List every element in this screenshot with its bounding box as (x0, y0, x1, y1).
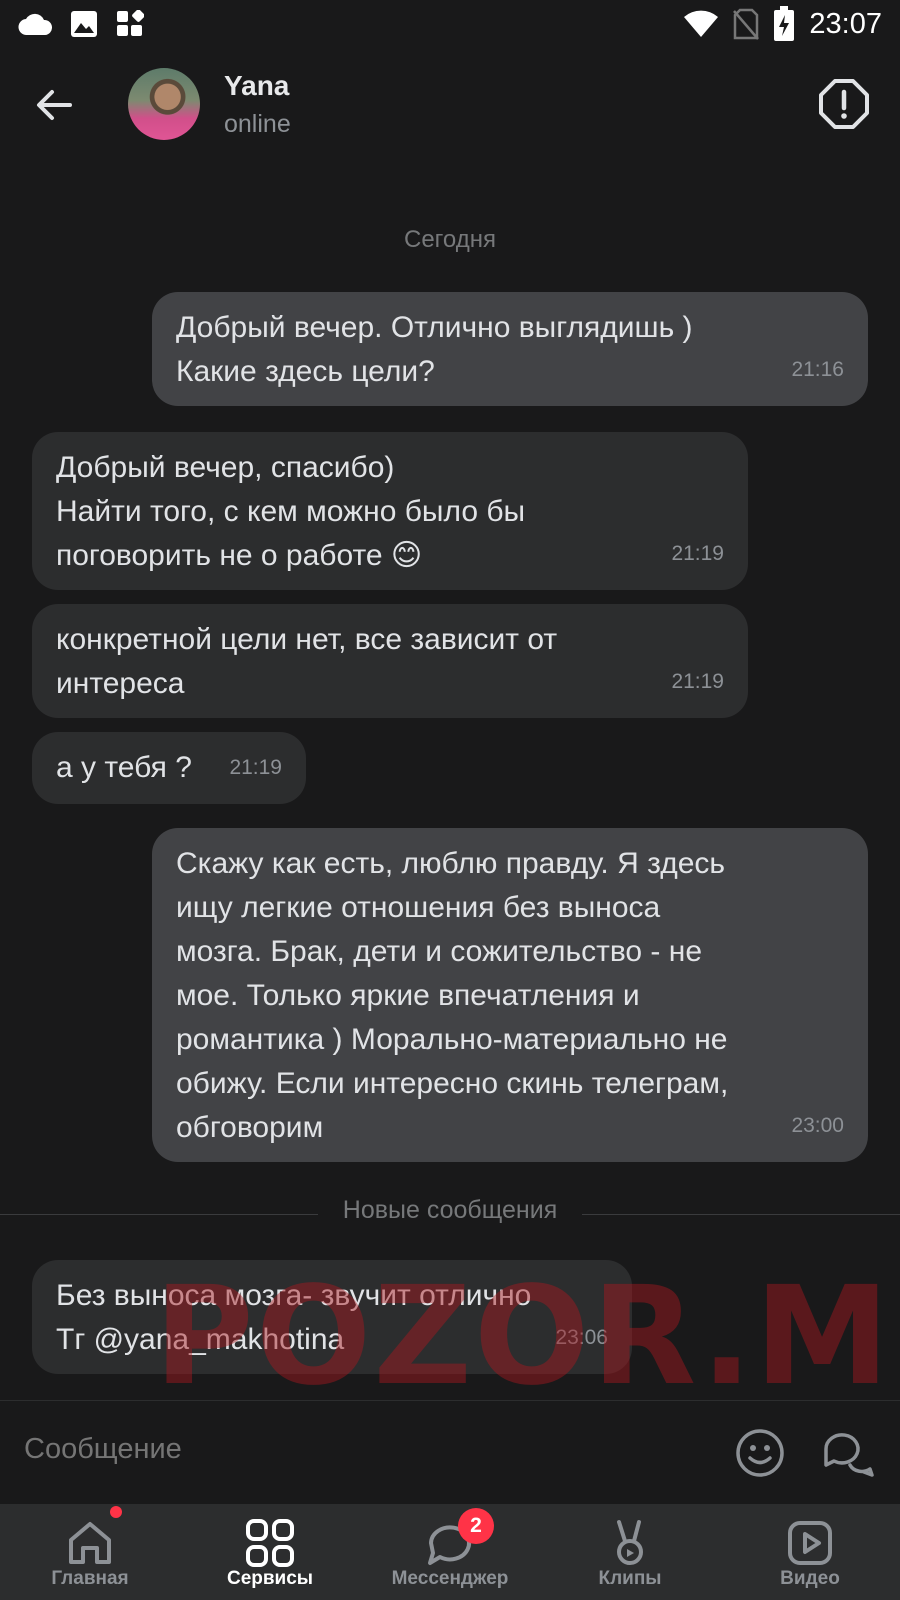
messenger-unread-badge: 2 (458, 1508, 494, 1544)
tab-services[interactable]: Сервисы (180, 1504, 360, 1600)
tab-video[interactable]: Видео (720, 1504, 900, 1600)
chat-bubbles-icon[interactable] (820, 1425, 876, 1481)
status-bar: 23:07 (0, 0, 900, 50)
message-composer (0, 1400, 900, 1504)
tab-label: Сервисы (226, 1568, 314, 1589)
tab-label: Мессенджер (391, 1568, 509, 1589)
tab-clips[interactable]: Клипы (540, 1504, 720, 1600)
date-separator: Сегодня (404, 226, 496, 253)
message-bubble-outgoing[interactable]: Добрый вечер. Отлично выглядишь ) Какие … (152, 292, 868, 406)
message-input[interactable] (24, 1433, 624, 1466)
tab-home[interactable]: Главная (0, 1504, 180, 1600)
message-time: 21:19 (671, 670, 724, 693)
cloud-icon (18, 13, 52, 36)
message-bubble-incoming[interactable]: Добрый вечер, спасибо) Найти того, с кем… (32, 432, 748, 590)
bottom-navigation: Главная Сервисы Мессенджер Клипы Видео (0, 1504, 900, 1600)
message-time: 21:16 (791, 358, 844, 381)
arrow-left-icon[interactable] (30, 80, 80, 130)
image-icon (71, 11, 97, 37)
message-time: 21:19 (229, 756, 282, 779)
tab-label: Видео (780, 1568, 840, 1589)
tab-messenger[interactable]: Мессенджер (360, 1504, 540, 1600)
watermark: POZOR.ME (154, 1258, 900, 1416)
smile-icon[interactable] (734, 1427, 786, 1479)
message-text: Скажу как есть, люблю правду. Я здесь ищ… (176, 847, 729, 1144)
message-time: 23:00 (791, 1114, 844, 1137)
message-text: Добрый вечер, спасибо) Найти того, с кем… (56, 451, 526, 572)
message-text: конкретной цели нет, все зависит от инте… (56, 623, 558, 700)
contact-name[interactable]: Yana (224, 70, 289, 102)
battery-charging-icon (774, 6, 795, 41)
message-bubble-incoming[interactable]: а у тебя ? 21:19 (32, 732, 306, 804)
no-sim-icon (733, 8, 760, 40)
home-icon (69, 1522, 111, 1564)
contact-status: online (224, 110, 291, 138)
clock: 23:07 (809, 7, 882, 40)
chat-header: Yana online (0, 62, 900, 146)
wifi-icon (684, 10, 719, 37)
widgets-icon (117, 10, 144, 36)
clips-icon (617, 1520, 643, 1565)
message-time: 21:19 (671, 542, 724, 565)
new-messages-label: Новые сообщения (324, 1196, 576, 1224)
avatar[interactable] (128, 68, 200, 140)
message-bubble-outgoing[interactable]: Скажу как есть, люблю правду. Я здесь ищ… (152, 828, 868, 1162)
services-icon (246, 1519, 294, 1567)
alert-octagon-icon[interactable] (818, 78, 870, 130)
message-bubble-incoming[interactable]: конкретной цели нет, все зависит от инте… (32, 604, 748, 718)
video-icon (788, 1521, 832, 1565)
home-notification-dot (110, 1506, 122, 1518)
tab-label: Главная (51, 1568, 129, 1589)
tab-label: Клипы (598, 1568, 662, 1589)
new-messages-separator: Новые сообщения (0, 1196, 900, 1232)
message-text: Добрый вечер. Отлично выглядишь ) Какие … (176, 311, 693, 388)
